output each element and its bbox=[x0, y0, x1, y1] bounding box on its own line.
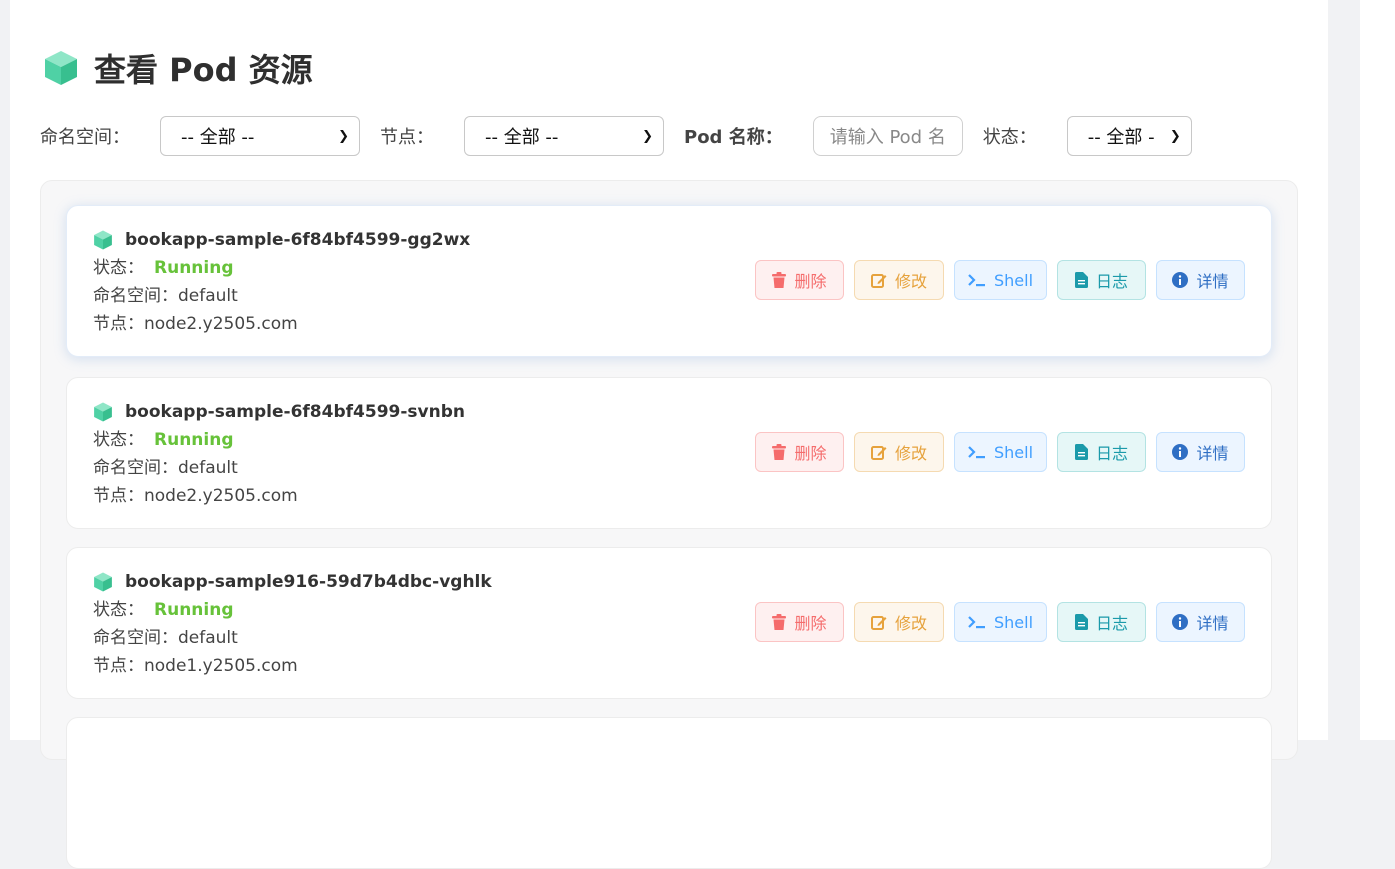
page-title: 查看 Pod 资源 bbox=[94, 51, 313, 89]
trash-icon bbox=[772, 614, 787, 630]
delete-button[interactable]: 删除 bbox=[755, 602, 844, 642]
delete-button[interactable]: 删除 bbox=[755, 432, 844, 472]
cube-icon bbox=[94, 402, 112, 422]
pod-card: bookapp-sample916-59d7b4dbc-vghlk 状态： Run… bbox=[66, 547, 1272, 699]
pod-namespace: 命名空间：default bbox=[93, 458, 238, 478]
edit-button[interactable]: 修改 bbox=[854, 602, 944, 642]
node-value: node2.y2505.com bbox=[144, 486, 298, 506]
file-icon bbox=[1074, 444, 1088, 460]
logs-button[interactable]: 日志 bbox=[1057, 260, 1146, 300]
edit-icon bbox=[870, 274, 887, 288]
edit-icon bbox=[870, 446, 887, 460]
pod-actions: 删除 修改 Shell 日志 详情 bbox=[755, 602, 1245, 642]
info-icon bbox=[1172, 444, 1189, 460]
namespace-value: default bbox=[178, 286, 238, 306]
node-value: node2.y2505.com bbox=[144, 314, 298, 334]
file-icon bbox=[1074, 614, 1088, 630]
status-value: Running bbox=[154, 600, 234, 620]
details-button[interactable]: 详情 bbox=[1156, 260, 1245, 300]
namespace-value: default bbox=[178, 628, 238, 648]
status-value: Running bbox=[154, 258, 234, 278]
chevron-down-icon: ❯ bbox=[642, 128, 653, 144]
main-panel: 查看 Pod 资源 命名空间： -- 全部 -- ❯ 节点： -- 全部 -- … bbox=[10, 0, 1328, 869]
namespace-filter-label: 命名空间： bbox=[40, 127, 130, 148]
terminal-icon bbox=[968, 446, 985, 459]
pod-name: bookapp-sample916-59d7b4dbc-vghlk bbox=[125, 572, 492, 592]
info-icon bbox=[1172, 272, 1189, 288]
trash-icon bbox=[772, 272, 787, 288]
delete-button[interactable]: 删除 bbox=[755, 260, 844, 300]
details-button[interactable]: 详情 bbox=[1156, 602, 1245, 642]
shell-button[interactable]: Shell bbox=[954, 432, 1047, 472]
pod-name: bookapp-sample-6f84bf4599-svnbn bbox=[125, 402, 465, 422]
terminal-icon bbox=[968, 616, 985, 629]
details-button[interactable]: 详情 bbox=[1156, 432, 1245, 472]
logs-button[interactable]: 日志 bbox=[1057, 602, 1146, 642]
pod-card: bookapp-sample-6f84bf4599-svnbn 状态： Runni… bbox=[66, 377, 1272, 529]
pod-card: bookapp-sample-6f84bf4599-gg2wx 状态： Runni… bbox=[66, 205, 1272, 357]
pod-node: 节点：node2.y2505.com bbox=[93, 314, 298, 334]
pod-node: 节点：node2.y2505.com bbox=[93, 486, 298, 506]
pod-status: 状态： Running bbox=[93, 430, 234, 450]
status-filter-label: 状态： bbox=[982, 127, 1037, 148]
shell-button[interactable]: Shell bbox=[954, 602, 1047, 642]
info-icon bbox=[1172, 614, 1189, 630]
pod-status: 状态： Running bbox=[93, 258, 234, 278]
trash-icon bbox=[772, 444, 787, 460]
cube-icon bbox=[94, 230, 112, 250]
pod-info: bookapp-sample916-59d7b4dbc-vghlk 状态： Run… bbox=[93, 568, 492, 680]
node-select[interactable]: -- 全部 -- ❯ bbox=[464, 116, 664, 156]
node-filter-label: 节点： bbox=[380, 127, 434, 148]
chevron-down-icon: ❯ bbox=[338, 128, 349, 144]
pod-name: bookapp-sample-6f84bf4599-gg2wx bbox=[125, 230, 471, 250]
pod-actions: 删除 修改 Shell 日志 详情 bbox=[755, 432, 1245, 472]
pod-name-search-input[interactable]: 请输入 Pod 名 bbox=[812, 116, 963, 156]
edit-button[interactable]: 修改 bbox=[854, 432, 944, 472]
edit-button[interactable]: 修改 bbox=[854, 260, 944, 300]
status-value: Running bbox=[154, 430, 234, 450]
file-icon bbox=[1074, 272, 1088, 288]
status-select[interactable]: -- 全部 - ❯ bbox=[1066, 116, 1192, 156]
edit-icon bbox=[870, 616, 887, 630]
node-value: node1.y2505.com bbox=[144, 656, 298, 676]
pod-info: bookapp-sample-6f84bf4599-svnbn 状态： Runni… bbox=[93, 398, 465, 510]
shell-button[interactable]: Shell bbox=[954, 260, 1047, 300]
pod-list: bookapp-sample-6f84bf4599-gg2wx 状态： Runni… bbox=[40, 180, 1298, 869]
page-header: 查看 Pod 资源 bbox=[44, 46, 313, 90]
namespace-value: default bbox=[178, 458, 238, 478]
pod-namespace: 命名空间：default bbox=[93, 286, 238, 306]
pod-namespace: 命名空间：default bbox=[93, 628, 238, 648]
namespace-select[interactable]: -- 全部 -- ❯ bbox=[160, 116, 360, 156]
logs-button[interactable]: 日志 bbox=[1057, 432, 1146, 472]
cube-icon bbox=[94, 572, 112, 592]
filter-bar: 命名空间： -- 全部 -- ❯ 节点： -- 全部 -- ❯ Pod 名称： … bbox=[40, 116, 1192, 156]
pod-status: 状态： Running bbox=[93, 600, 234, 620]
pod-actions: 删除 修改 Shell 日志 详情 bbox=[755, 260, 1245, 300]
cube-icon bbox=[45, 51, 77, 85]
terminal-icon bbox=[968, 274, 985, 287]
pod-node: 节点：node1.y2505.com bbox=[93, 656, 298, 676]
pod-info: bookapp-sample-6f84bf4599-gg2wx 状态： Runni… bbox=[93, 226, 470, 338]
pod-name-filter-label: Pod 名称： bbox=[684, 127, 783, 148]
scrollbar-track[interactable] bbox=[1360, 0, 1395, 740]
chevron-down-icon: ❯ bbox=[1169, 128, 1181, 144]
